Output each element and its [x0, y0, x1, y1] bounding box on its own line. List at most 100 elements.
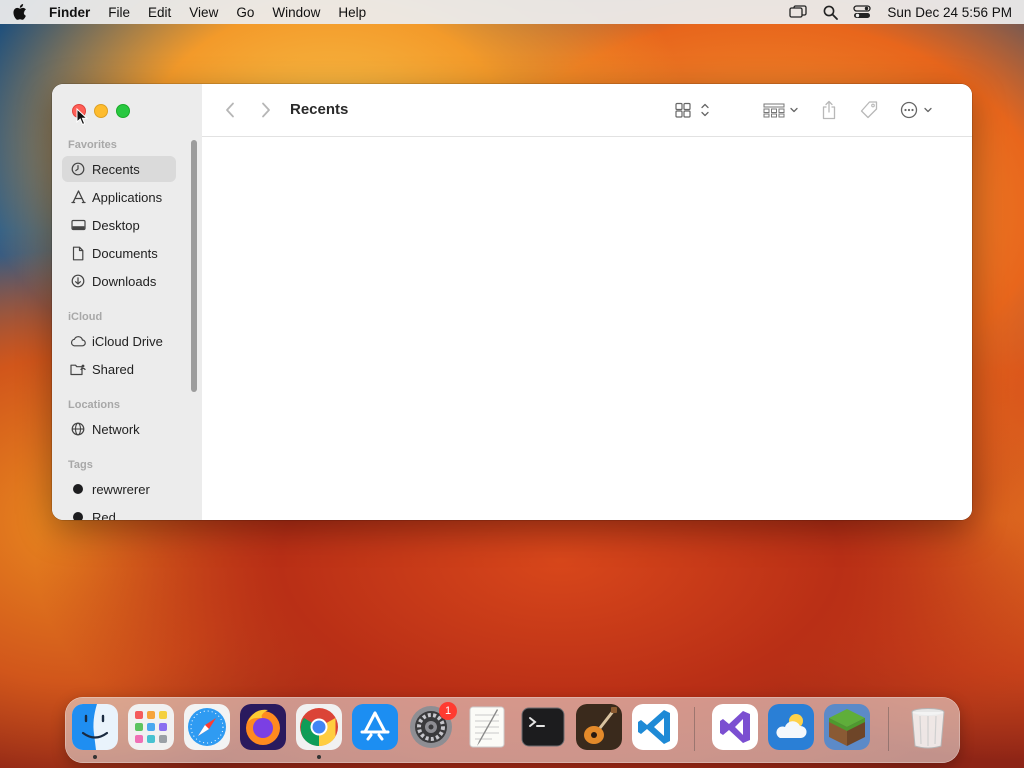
sidebar-section-locations: Locations — [68, 399, 120, 411]
window-title: Recents — [290, 101, 349, 118]
group-by-icon — [763, 103, 798, 118]
dock-finder[interactable] — [72, 704, 118, 750]
dock-separator — [694, 707, 695, 751]
dock-vscode[interactable] — [632, 704, 678, 750]
dock-launchpad[interactable] — [128, 704, 174, 750]
chevron-right-icon — [262, 102, 270, 118]
control-center-icon[interactable] — [849, 2, 875, 22]
textedit-app-icon — [469, 706, 505, 748]
download-icon — [70, 273, 86, 289]
sidebar-item-label: Shared — [92, 361, 134, 377]
sidebar-item-label: Desktop — [92, 217, 140, 233]
weather-app-icon — [768, 704, 814, 750]
dock-visual-studio[interactable] — [712, 704, 758, 750]
garageband-app-icon — [576, 704, 622, 750]
sidebar-item-recents[interactable]: Recents — [62, 156, 176, 182]
forward-button[interactable] — [256, 100, 276, 120]
dock-firefox[interactable] — [240, 704, 286, 750]
tag-button[interactable] — [857, 98, 881, 122]
share-button[interactable] — [818, 98, 840, 122]
running-indicator — [93, 755, 97, 759]
chrome-app-icon — [296, 704, 342, 750]
running-indicator — [317, 755, 321, 759]
globe-icon — [70, 421, 86, 437]
menu-bar-clock[interactable]: Sun Dec 24 5:56 PM — [887, 5, 1012, 20]
dock-terminal[interactable] — [520, 704, 566, 750]
sidebar-item-icloud-drive[interactable]: iCloud Drive — [62, 328, 176, 354]
applications-icon — [70, 189, 86, 205]
sidebar-item-documents[interactable]: Documents — [62, 240, 176, 266]
sidebar-item-downloads[interactable]: Downloads — [62, 268, 176, 294]
vscode-app-icon — [632, 704, 678, 750]
dock-garageband[interactable] — [576, 704, 622, 750]
sidebar-item-label: Documents — [92, 245, 158, 261]
sidebar-item-label: Recents — [92, 161, 140, 177]
dock-minecraft[interactable] — [824, 704, 870, 750]
back-button[interactable] — [220, 100, 240, 120]
minimize-button[interactable] — [94, 104, 108, 118]
menu-app-name[interactable]: Finder — [40, 5, 99, 20]
sidebar-section-icloud: iCloud — [68, 311, 103, 323]
dock-textedit[interactable] — [464, 704, 510, 750]
file-list-area[interactable] — [202, 137, 972, 520]
sidebar-item-label: rewwrerer — [92, 481, 150, 497]
menu-view[interactable]: View — [180, 5, 227, 20]
firefox-app-icon — [240, 704, 286, 750]
content-area: Recents — [202, 84, 972, 520]
group-by-button[interactable] — [760, 99, 802, 121]
zoom-button[interactable] — [116, 104, 130, 118]
tag-icon — [860, 101, 878, 119]
sidebar-item-label: Red — [92, 509, 116, 521]
tag-color-dot — [73, 512, 83, 520]
menu-help[interactable]: Help — [329, 5, 375, 20]
screen-mirroring-icon[interactable] — [785, 2, 811, 22]
sidebar-item-desktop[interactable]: Desktop — [62, 212, 176, 238]
sidebar-item-tag[interactable]: Red — [62, 504, 176, 520]
menu-edit[interactable]: Edit — [139, 5, 180, 20]
sidebar-section-favorites: Favorites — [68, 139, 117, 151]
dock-trash[interactable] — [905, 704, 951, 750]
terminal-app-icon — [521, 707, 565, 747]
finder-window: Favorites Recents Applications Desktop D… — [52, 84, 972, 520]
toolbar: Recents — [202, 84, 972, 137]
dock-safari[interactable] — [184, 704, 230, 750]
sidebar-item-tag[interactable]: rewwrerer — [62, 476, 176, 502]
dock-separator — [888, 707, 889, 751]
view-mode-button[interactable] — [672, 99, 714, 121]
dock-app-store[interactable] — [352, 704, 398, 750]
visual-studio-app-icon — [712, 704, 758, 750]
safari-app-icon — [184, 704, 230, 750]
desktop-icon — [70, 217, 86, 233]
sidebar-item-applications[interactable]: Applications — [62, 184, 176, 210]
sidebar-item-label: Network — [92, 421, 140, 437]
sidebar-item-network[interactable]: Network — [62, 416, 176, 442]
clock-icon — [70, 161, 86, 177]
ellipsis-circle-icon — [900, 101, 932, 119]
more-actions-button[interactable] — [898, 99, 938, 121]
mouse-pointer-icon — [76, 108, 88, 126]
cloud-icon — [70, 333, 86, 349]
menu-window[interactable]: Window — [263, 5, 329, 20]
sidebar-item-shared[interactable]: Shared — [62, 356, 176, 382]
tag-color-dot — [73, 484, 83, 494]
dock-chrome[interactable] — [296, 704, 342, 750]
chevron-left-icon — [226, 102, 234, 118]
minecraft-app-icon — [824, 704, 870, 750]
dock-weather[interactable] — [768, 704, 814, 750]
dock: 1 — [65, 697, 960, 763]
document-icon — [70, 245, 86, 261]
sidebar: Favorites Recents Applications Desktop D… — [52, 84, 203, 520]
launchpad-app-icon — [128, 704, 174, 750]
finder-app-icon — [72, 704, 118, 750]
sidebar-item-label: iCloud Drive — [92, 333, 163, 349]
sidebar-section-tags: Tags — [68, 459, 93, 471]
trash-icon — [911, 708, 945, 749]
spotlight-search-icon[interactable] — [817, 2, 843, 22]
menu-file[interactable]: File — [99, 5, 139, 20]
menu-bar: Finder File Edit View Go Window Help Sun… — [0, 0, 1024, 24]
menu-go[interactable]: Go — [227, 5, 263, 20]
apple-menu-icon[interactable] — [0, 4, 40, 20]
notification-badge: 1 — [439, 702, 457, 720]
sidebar-scrollbar[interactable] — [191, 140, 197, 392]
sidebar-item-label: Downloads — [92, 273, 157, 289]
